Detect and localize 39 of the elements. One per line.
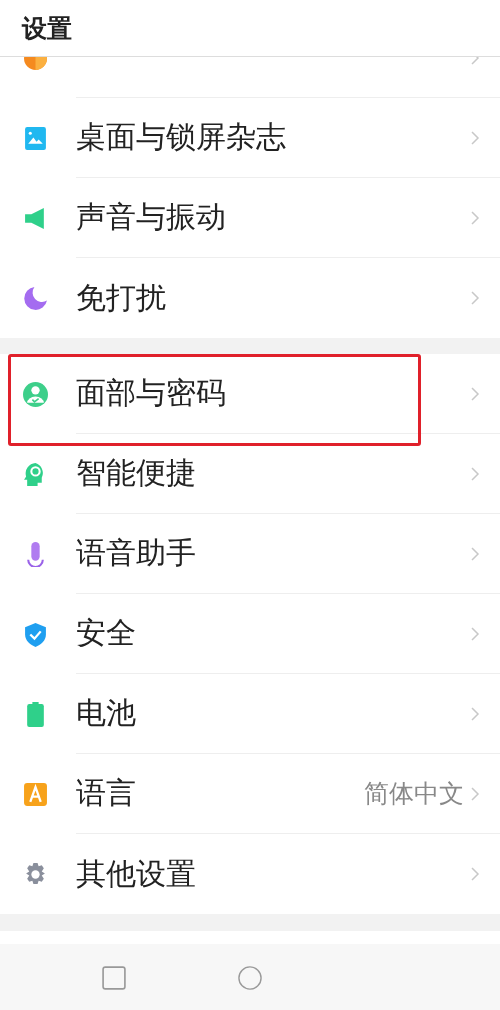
row-label: 语音助手 — [76, 534, 197, 572]
chevron-icon — [470, 129, 480, 146]
row-label: 免打扰 — [76, 278, 167, 317]
row-label: 安全 — [76, 614, 137, 652]
settings-row[interactable]: 声音与振动 — [0, 178, 500, 258]
chevron-icon — [470, 625, 480, 642]
square-icon[interactable] — [102, 965, 126, 990]
settings-row[interactable]: 安全 — [0, 594, 500, 674]
chevron-icon — [470, 785, 480, 802]
chevron-icon — [470, 385, 480, 402]
letter-icon — [22, 781, 48, 807]
settings-row[interactable]: 电池 — [0, 674, 500, 754]
person-icon — [22, 381, 48, 407]
chevron-icon — [470, 465, 480, 482]
settings-row[interactable]: 语音助手 — [0, 514, 500, 594]
row-label: 桌面与锁屏杂志 — [76, 118, 287, 156]
shield-icon — [22, 621, 48, 647]
settings-row[interactable]: 其他设置 — [0, 834, 500, 914]
row-label: 智能便捷 — [76, 454, 197, 492]
settings-row[interactable]: 免打扰 — [0, 258, 500, 338]
settings-row[interactable]: 智能便捷 — [0, 434, 500, 514]
settings-row[interactable]: 面部与密码 — [0, 354, 500, 434]
row-label: 面部与密码 — [76, 374, 227, 412]
row-label: 声音与振动 — [76, 198, 227, 236]
row-label: 电池 — [76, 694, 137, 732]
chevron-icon — [470, 209, 480, 226]
row-value: 简体中文 — [364, 778, 464, 810]
settings-row[interactable]: 语言 简体中文 — [0, 754, 500, 834]
home-icon[interactable] — [238, 965, 262, 990]
page-title: 设置 — [22, 12, 72, 45]
moon-icon — [22, 285, 48, 311]
chevron-icon — [470, 545, 480, 562]
chevron-icon — [470, 866, 480, 882]
image-icon — [22, 125, 48, 151]
row-label: 语言 — [76, 774, 137, 812]
settings-row[interactable]: 桌面与锁屏杂志 — [0, 98, 500, 178]
row-label: 其他设置 — [76, 854, 197, 893]
chevron-icon — [470, 705, 480, 722]
chevron-icon — [470, 290, 480, 306]
